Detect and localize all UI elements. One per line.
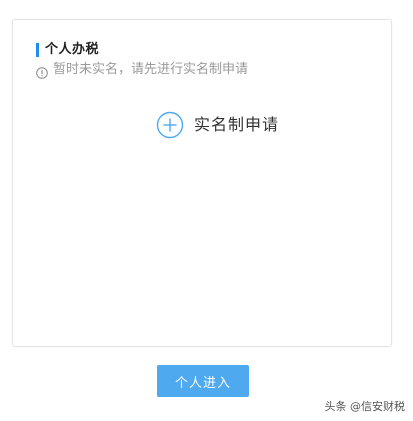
title-accent-bar [36,43,39,57]
info-circle-icon [36,64,48,79]
personal-enter-button[interactable]: 个人进入 [157,365,249,397]
plus-circle-icon[interactable] [156,111,184,139]
notice-text: 暂时未实名，请先进行实名制申请 [53,62,249,77]
real-name-notice: 暂时未实名，请先进行实名制申请 [36,62,249,79]
real-name-apply-link[interactable]: 实名制申请 [156,111,279,139]
apply-label[interactable]: 实名制申请 [194,111,279,139]
watermark-text: 头条 @信安财税 [324,400,406,413]
card-header: 个人办税 [36,43,99,57]
personal-tax-card: 个人办税 暂时未实名，请先进行实名制申请 实名制申请 [12,19,392,347]
card-title: 个人办税 [45,42,100,57]
